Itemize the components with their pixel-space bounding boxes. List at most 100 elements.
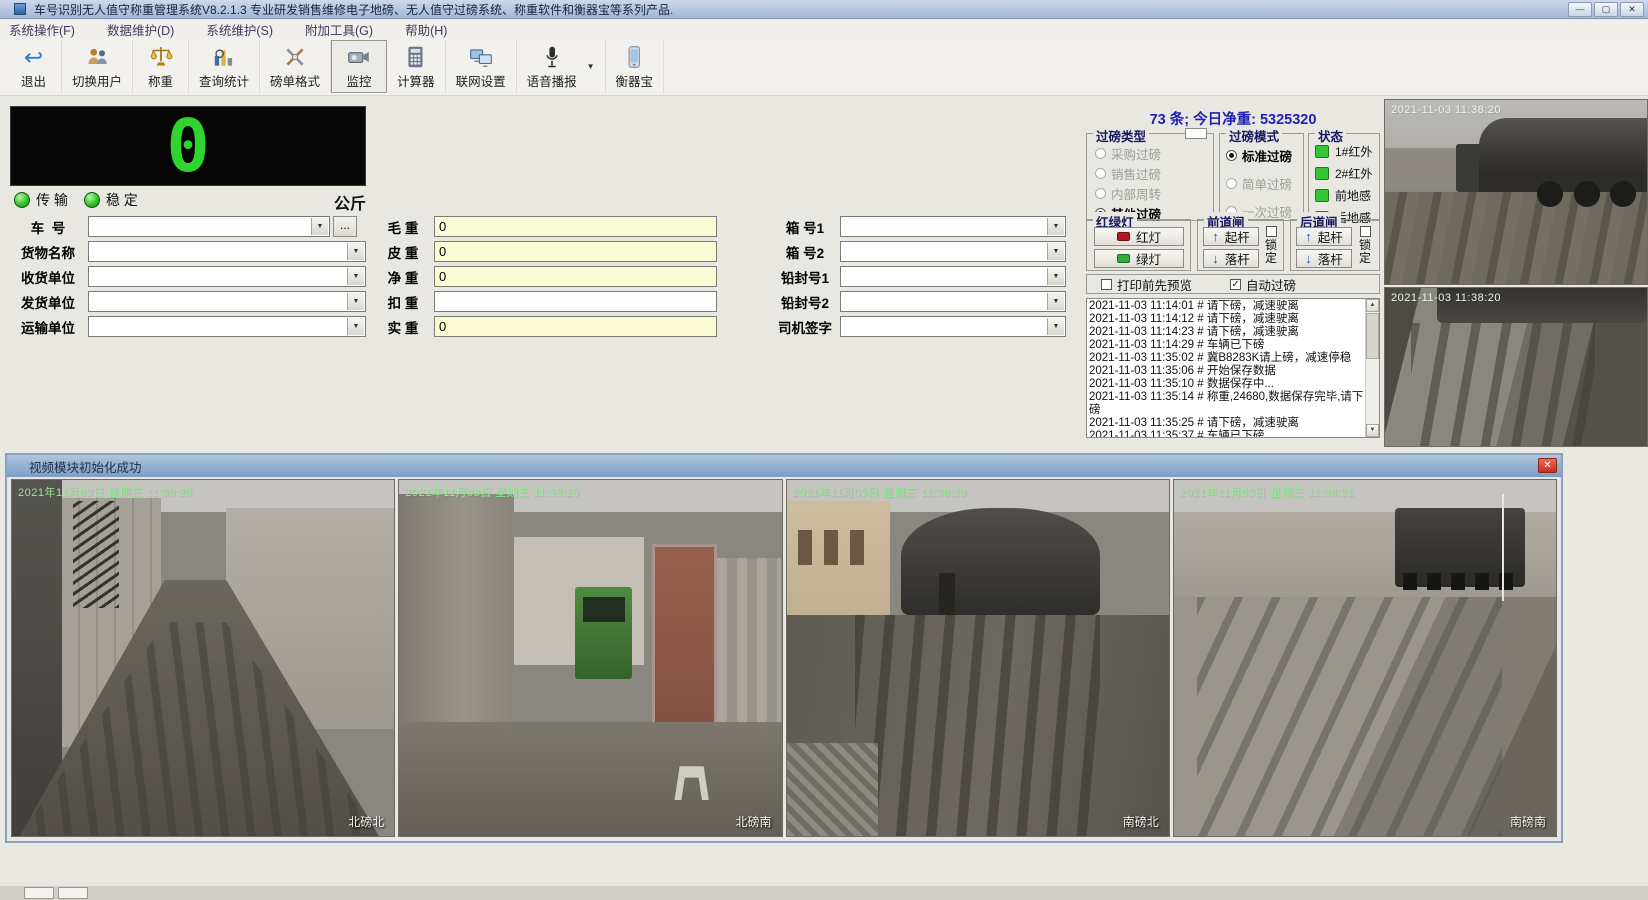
front-gate-lower-button[interactable]: ↓落杆 — [1203, 249, 1259, 268]
weigh-type-extra-box[interactable] — [1185, 128, 1207, 139]
ticket-format-button[interactable]: 磅单格式 — [260, 40, 331, 93]
log-entry: 2021-11-03 11:35:37 # 车辆已下磅 — [1089, 430, 1364, 437]
exit-button[interactable]: ↩ 退出 — [6, 40, 62, 93]
chevron-down-icon[interactable]: ▼ — [311, 218, 328, 235]
actual-weight-label: 实 重 — [372, 317, 434, 337]
menu-system-maintain[interactable]: 系统维护(S) — [197, 20, 282, 39]
chevron-down-icon[interactable]: ▼ — [347, 293, 364, 310]
rear-gate-lock-checkbox[interactable] — [1360, 226, 1371, 237]
print-preview-checkbox[interactable] — [1101, 279, 1112, 290]
radio-simple-weigh: 简单过磅 — [1226, 174, 1292, 193]
voice-broadcast-button[interactable]: 语音播报 ▼ — [517, 40, 606, 93]
auto-weigh-checkbox[interactable]: ✓ — [1230, 279, 1241, 290]
menu-data-maintain[interactable]: 数据维护(D) — [98, 20, 183, 39]
container2-combobox[interactable]: ▼ — [840, 241, 1066, 262]
front-gate-raise-button[interactable]: ↑起杆 — [1203, 227, 1259, 246]
driver-sign-combobox[interactable]: ▼ — [840, 316, 1066, 337]
cargo-name-combobox[interactable]: ▼ — [88, 241, 366, 262]
menu-system-operate[interactable]: 系统操作(F) — [0, 20, 84, 39]
hengqibao-button[interactable]: 衡器宝 — [606, 40, 665, 93]
auto-weigh-label: 自动过磅 — [1246, 275, 1296, 294]
query-stats-button[interactable]: 查询统计 — [189, 40, 260, 93]
chevron-down-icon[interactable]: ▼ — [347, 268, 364, 285]
camera-feed-north-scale-north: 2021年11月03日 星期三 11:38:20 北磅北 — [11, 479, 395, 837]
ticket-format-icon — [282, 44, 308, 70]
menu-help[interactable]: 帮助(H) — [396, 20, 456, 39]
chevron-down-icon[interactable]: ▼ — [1047, 318, 1064, 335]
minimize-button[interactable]: — — [1568, 2, 1592, 17]
weigh-mode-title: 过磅模式 — [1226, 126, 1282, 145]
chevron-down-icon[interactable]: ▼ — [1047, 268, 1064, 285]
plate-more-button[interactable]: ... — [333, 216, 357, 237]
scroll-up-icon[interactable]: ▲ — [1366, 299, 1379, 312]
transporter-combobox[interactable]: ▼ — [88, 316, 366, 337]
chevron-down-icon[interactable]: ▼ — [1047, 243, 1064, 260]
gross-weight-input[interactable]: 0 — [434, 216, 717, 237]
chevron-down-icon[interactable]: ▼ — [587, 62, 595, 71]
shipper-combobox[interactable]: ▼ — [88, 291, 366, 312]
scrollbar-thumb[interactable] — [1366, 313, 1379, 359]
red-light-button[interactable]: 红灯 — [1094, 227, 1184, 246]
scene-wheels — [1403, 573, 1518, 591]
maximize-button[interactable]: ▢ — [1594, 2, 1618, 17]
close-button[interactable]: ✕ — [1620, 2, 1644, 17]
log-scrollbar[interactable]: ▲ ▼ — [1365, 299, 1379, 437]
log-entry: 2021-11-03 11:14:29 # 车辆已下磅 — [1089, 339, 1364, 352]
window-title: 车号识别无人值守称重管理系统V8.2.1.3 专业研发销售维修电子地磅、无人值守… — [34, 1, 673, 18]
container1-label: 箱 号1 — [770, 217, 840, 237]
side-camera-top: 2021-11-03 11:38:20 — [1384, 99, 1648, 285]
container2-label: 箱 号2 — [770, 242, 840, 262]
receiver-combobox[interactable]: ▼ — [88, 266, 366, 287]
plate-label: 车 号 — [8, 217, 88, 237]
scale-indicators: 传 输 稳 定 公斤 — [14, 190, 366, 210]
scene-tire-tracks — [1197, 597, 1503, 836]
radio-purchase-weigh: 采购过磅 — [1095, 144, 1161, 163]
close-icon[interactable]: ✕ — [1538, 458, 1557, 473]
event-log[interactable]: 2021-11-03 11:14:01 # 请下磅，减速驶离 2021-11-0… — [1086, 298, 1380, 438]
arrow-down-icon: ↓ — [1212, 251, 1219, 266]
deduct-weight-input[interactable] — [434, 291, 717, 312]
network-settings-button[interactable]: 联网设置 — [446, 40, 517, 93]
receiver-label: 收货单位 — [8, 267, 88, 287]
rear-gate-lower-button[interactable]: ↓落杆 — [1296, 249, 1352, 268]
scroll-down-icon[interactable]: ▼ — [1366, 424, 1379, 437]
green-lamp-icon — [1117, 254, 1130, 263]
tare-weight-input[interactable]: 0 — [434, 241, 717, 262]
weigh-button[interactable]: 称重 — [133, 40, 189, 93]
weigh-type-title: 过磅类型 — [1093, 126, 1149, 145]
container-column: 箱 号1▼ 箱 号2▼ 铅封号1▼ 铅封号2▼ 司机签字▼ — [770, 216, 1066, 341]
switch-user-button[interactable]: 切换用户 — [62, 40, 133, 93]
taskbar-item[interactable] — [24, 887, 54, 899]
seal1-combobox[interactable]: ▼ — [840, 266, 1066, 287]
chevron-down-icon[interactable]: ▼ — [347, 243, 364, 260]
arrow-up-icon: ↑ — [1305, 229, 1312, 244]
front-gate-lock-checkbox[interactable] — [1266, 226, 1277, 237]
print-preview-label: 打印前先预览 — [1117, 275, 1192, 294]
front-gate-group: 前道闸 ↑起杆 ↓落杆 锁定 — [1197, 219, 1284, 271]
vehicle-info-column: 车 号 ▼ ... 货物名称 ▼ 收货单位 ▼ 发货单位 ▼ 运输单位 ▼ — [8, 216, 366, 341]
menu-extra-tools[interactable]: 附加工具(G) — [296, 20, 382, 39]
camera-label: 北磅南 — [735, 813, 771, 830]
seal2-combobox[interactable]: ▼ — [840, 291, 1066, 312]
log-entry: 2021-11-03 11:14:12 # 请下磅，减速驶离 — [1089, 313, 1364, 326]
green-light-button[interactable]: 绿灯 — [1094, 249, 1184, 268]
monitor-button[interactable]: 监控 — [331, 40, 387, 93]
menu-bar: 系统操作(F) 数据维护(D) 系统维护(S) 附加工具(G) 帮助(H) — [0, 20, 1648, 38]
app-window: 车号识别无人值守称重管理系统V8.2.1.3 专业研发销售维修电子地磅、无人值守… — [0, 0, 1648, 900]
weights-column: 毛 重0 皮 重0 净 重0 扣 重 实 重0 — [372, 216, 717, 341]
actual-weight-input[interactable]: 0 — [434, 316, 717, 337]
rear-gate-raise-button[interactable]: ↑起杆 — [1296, 227, 1352, 246]
plate-combobox[interactable]: ▼ — [88, 216, 330, 237]
log-entry: 2021-11-03 11:35:10 # 数据保存中... — [1089, 378, 1364, 391]
camera-timestamp: 2021-11-03 11:38:20 — [1391, 104, 1501, 116]
radio-standard-weigh[interactable]: 标准过磅 — [1226, 146, 1292, 165]
net-weight-input[interactable]: 0 — [434, 266, 717, 287]
monitor-camera-icon — [346, 44, 372, 70]
container1-combobox[interactable]: ▼ — [840, 216, 1066, 237]
switch-user-icon — [84, 44, 110, 70]
chevron-down-icon[interactable]: ▼ — [347, 318, 364, 335]
chevron-down-icon[interactable]: ▼ — [1047, 218, 1064, 235]
taskbar-item[interactable] — [58, 887, 88, 899]
calculator-button[interactable]: 计算器 — [387, 40, 446, 93]
chevron-down-icon[interactable]: ▼ — [1047, 293, 1064, 310]
